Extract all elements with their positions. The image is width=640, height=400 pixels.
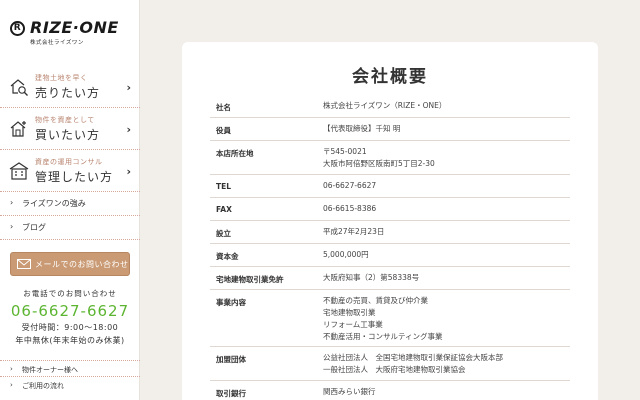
- row-key: 役員: [216, 126, 231, 135]
- mail-contact-button[interactable]: メールでのお問い合わせ: [10, 252, 130, 276]
- mail-contact-label: メールでのお問い合わせ: [35, 259, 129, 269]
- table-row: 本店所在地 〒545-0021 大阪市阿倍野区阪南町5丁目2-30: [210, 141, 570, 175]
- company-info-table: 社名 株式会社ライズワン（RIZE・ONE） 役員 【代表取締役】千知 明本店所在地 〒…: [210, 95, 570, 400]
- chevron-right-icon: ›: [10, 381, 13, 389]
- table-row: 資本金 5,000,000円: [210, 244, 570, 267]
- menu-manage-label: 管理したい方: [35, 170, 114, 184]
- row-values: 06-6627-6627: [323, 180, 376, 192]
- tel-number[interactable]: 06-6627-6627: [0, 302, 140, 320]
- tel-holiday: 年中無休(年末年始のみ休業): [15, 336, 125, 345]
- menu-item-manage[interactable]: 資産の運用コンサル 管理したい方 ›: [0, 150, 140, 192]
- row-value: 大阪市阿倍野区阪南町5丁目2-30: [323, 159, 435, 168]
- envelope-icon: [17, 259, 31, 269]
- row-values: 〒545-0021 大阪市阿倍野区阪南町5丁目2-30: [323, 146, 435, 170]
- table-row: 設立 平成27年2月23日: [210, 221, 570, 244]
- table-row: 加盟団体 公益社団法人 全国宅地建物取引業保証協会大阪本部 一般社団法人 大阪府宅地…: [210, 347, 570, 381]
- table-row: FAX 06-6615-8386: [210, 198, 570, 221]
- row-value: 平成27年2月23日: [323, 227, 385, 236]
- link-strengths-label: ライズワンの強み: [22, 199, 86, 208]
- row-value: 【代表取締役】千知 明: [323, 124, 401, 133]
- house-search-icon: [10, 79, 28, 96]
- link-owners-label: 物件オーナー様へ: [22, 366, 78, 374]
- row-value: 06-6615-8386: [323, 204, 377, 213]
- row-key: 社名: [216, 103, 231, 112]
- row-values: 大阪府知事（2）第58338号: [323, 272, 419, 284]
- house-plus-icon: [10, 121, 26, 137]
- table-row: TEL 06-6627-6627: [210, 175, 570, 198]
- company-overview-card: 会社概要 社名 株式会社ライズワン（RIZE・ONE） 役員 【代表取締役】千知 明本…: [182, 42, 598, 400]
- logo-subtitle: 株式会社ライズワン: [30, 40, 84, 46]
- row-value: 株式会社ライズワン（RIZE・ONE）: [323, 101, 447, 110]
- menu-item-buy[interactable]: 物件を資産として 買いたい方 ›: [0, 108, 140, 150]
- menu-buy-sublabel: 物件を資産として: [35, 116, 95, 124]
- chevron-right-icon: ›: [126, 81, 131, 94]
- row-values: 06-6615-8386: [323, 203, 376, 215]
- link-flow[interactable]: › ご利用の流れ: [0, 376, 140, 392]
- row-key: 資本金: [216, 252, 239, 261]
- menu-sell-label: 売りたい方: [35, 86, 101, 100]
- menu-buy-label: 買いたい方: [35, 128, 101, 142]
- side-menu: 建物土地を早く 売りたい方 › 物件を資産として 買いたい方 › 資産の運用コン…: [0, 66, 140, 240]
- row-value: 不動産活用・コンサルティング事業: [323, 332, 443, 341]
- chevron-right-icon: ›: [10, 198, 14, 207]
- chevron-right-icon: ›: [126, 123, 131, 136]
- row-values: 平成27年2月23日: [323, 226, 384, 238]
- row-values: 不動産の売買、賃貸及び仲介業 宅地建物取引業 リフォーム工事業不動産活用・コンサルテ…: [323, 295, 443, 343]
- row-key: 事業内容: [216, 298, 246, 307]
- table-row: 取引銀行 関西みらい銀行: [210, 381, 570, 400]
- row-value: 公益社団法人 全国宅地建物取引業保証協会大阪本部: [323, 353, 503, 362]
- building-icon: [9, 162, 29, 180]
- table-row: 社名 株式会社ライズワン（RIZE・ONE）: [210, 95, 570, 118]
- row-values: 5,000,000円: [323, 249, 369, 261]
- row-values: 関西みらい銀行: [323, 386, 376, 398]
- registered-mark-icon: R: [10, 20, 25, 36]
- link-blog[interactable]: › ブログ: [0, 216, 140, 240]
- logo-wordmark: R RIZE·ONE: [10, 18, 135, 38]
- menu-manage-sublabel: 資産の運用コンサル: [35, 158, 103, 166]
- row-value: 5,000,000円: [323, 250, 369, 259]
- sidebar: R RIZE·ONE 株式会社ライズワン 建物土地を早く 売りたい方 › 物件を…: [0, 0, 140, 400]
- row-values: 公益社団法人 全国宅地建物取引業保証協会大阪本部 一般社団法人 大阪府宅地建物取引…: [323, 352, 503, 376]
- row-value: 大阪府知事（2）第58338号: [323, 273, 420, 282]
- tel-hours: 受付時間：9:00～18:00: [21, 323, 119, 332]
- table-row: 役員 【代表取締役】千知 明: [210, 118, 570, 141]
- page-title: 会社概要: [352, 67, 428, 87]
- row-value: 宅地建物取引業: [323, 308, 376, 317]
- chevron-right-icon: ›: [10, 365, 13, 373]
- row-key: TEL: [216, 182, 232, 191]
- row-key: 本店所在地: [216, 149, 254, 158]
- row-key: FAX: [216, 205, 232, 214]
- row-key: 宅地建物取引業免許: [216, 275, 284, 284]
- row-key: 加盟団体: [216, 355, 246, 364]
- row-value: 〒545-0021: [323, 147, 367, 156]
- bottom-links: › 物件オーナー様へ › ご利用の流れ: [0, 360, 140, 392]
- row-value: リフォーム工事業: [323, 320, 383, 329]
- menu-sell-sublabel: 建物土地を早く: [35, 74, 88, 82]
- table-row: 宅地建物取引業免許 大阪府知事（2）第58338号: [210, 267, 570, 290]
- row-key: 取引銀行: [216, 389, 246, 398]
- row-value: 不動産の売買、賃貸及び仲介業: [323, 296, 428, 305]
- row-value: 関西みらい銀行: [323, 387, 376, 396]
- logo[interactable]: R RIZE·ONE 株式会社ライズワン: [10, 18, 135, 46]
- link-blog-label: ブログ: [22, 223, 46, 232]
- link-owners[interactable]: › 物件オーナー様へ: [0, 360, 140, 376]
- link-strengths[interactable]: › ライズワンの強み: [0, 192, 140, 216]
- table-row: 事業内容 不動産の売買、賃貸及び仲介業 宅地建物取引業 リフォーム工事業不動産活用・コ…: [210, 290, 570, 347]
- menu-item-sell[interactable]: 建物土地を早く 売りたい方 ›: [0, 66, 140, 108]
- chevron-right-icon: ›: [10, 222, 14, 231]
- chevron-right-icon: ›: [126, 165, 131, 178]
- row-value: 一般社団法人 大阪府宅地建物取引業協会: [323, 365, 466, 374]
- row-value: 06-6627-6627: [323, 181, 377, 190]
- tel-caption: お電話でのお問い合わせ: [23, 289, 117, 298]
- link-flow-label: ご利用の流れ: [22, 382, 64, 390]
- logo-name: RIZE·ONE: [30, 18, 119, 37]
- tel-contact: お電話でのお問い合わせ 06-6627-6627 受付時間：9:00～18:00…: [0, 288, 140, 346]
- row-values: 【代表取締役】千知 明: [323, 123, 400, 135]
- row-values: 株式会社ライズワン（RIZE・ONE）: [323, 100, 446, 112]
- row-key: 設立: [216, 229, 231, 238]
